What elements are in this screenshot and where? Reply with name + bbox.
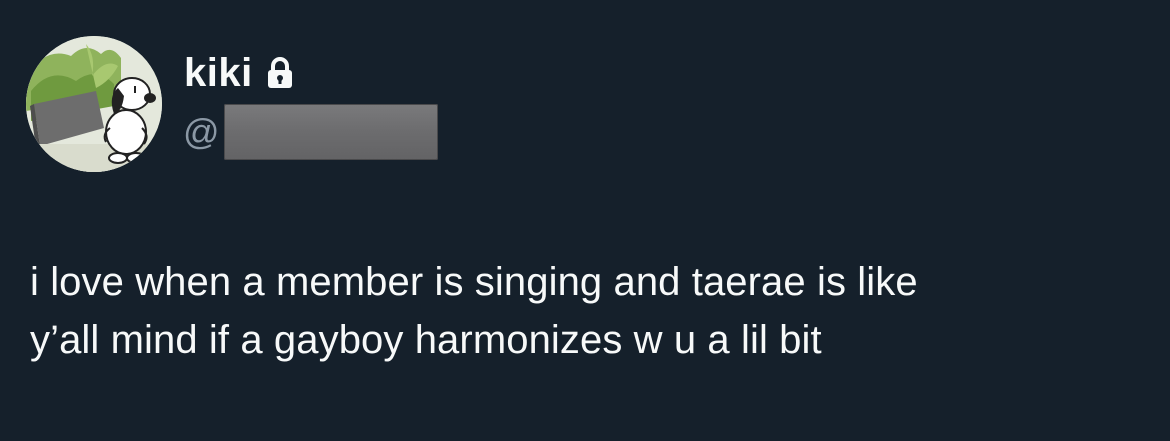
lock-icon	[265, 56, 295, 90]
snoopy-avatar-icon	[26, 36, 162, 172]
author-display-name[interactable]: kiki	[184, 51, 253, 96]
tweet-text: i love when a member is singing and taer…	[30, 253, 1150, 369]
author-name-row: kiki	[184, 48, 295, 98]
author-handle-row: @	[183, 104, 438, 160]
author-handle-prefix[interactable]: @	[183, 111, 220, 153]
handle-redaction-box	[223, 104, 438, 160]
tweet-text-line: i love when a member is singing and taer…	[30, 260, 918, 304]
tweet-text-line: y’all mind if a gayboy harmonizes w u a …	[30, 318, 822, 362]
profile-avatar[interactable]	[26, 36, 162, 172]
